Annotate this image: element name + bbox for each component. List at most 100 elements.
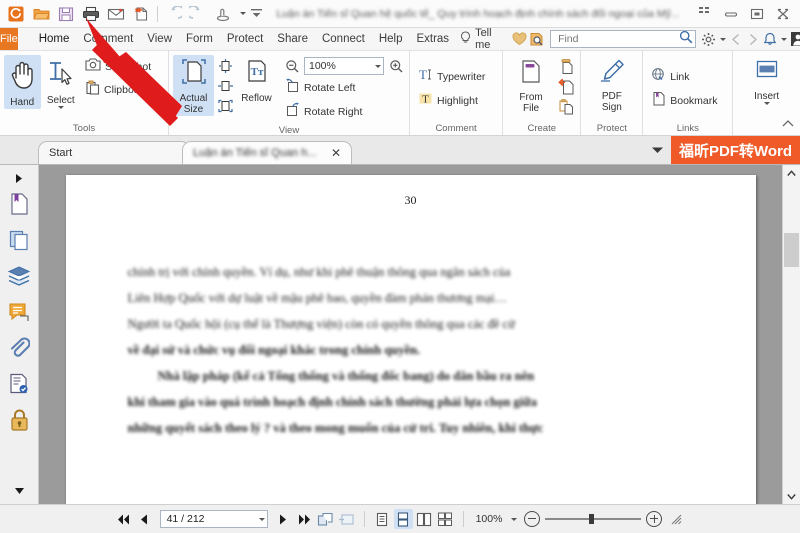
scrollbar-track[interactable] (783, 181, 800, 488)
pdf-sign-button[interactable]: PDF Sign (588, 55, 636, 114)
zoom-out-icon[interactable] (283, 57, 301, 75)
tell-me-button[interactable]: Tell me (456, 27, 510, 51)
tab-list-dropdown-icon[interactable] (645, 136, 671, 164)
rotate-view-button[interactable] (316, 509, 335, 529)
single-page-layout-button[interactable] (373, 509, 392, 529)
create-pdf-icon[interactable] (129, 3, 153, 25)
sidebar-item-bookmarks[interactable] (4, 187, 34, 221)
previous-view-icon[interactable] (728, 31, 743, 47)
search-document-icon[interactable] (529, 31, 545, 47)
page-viewer[interactable]: 30 chính trị với chính quyền. Ví dụ, như… (39, 165, 782, 504)
zoom-slider-thumb[interactable] (589, 514, 594, 524)
sidebar-collapse-icon[interactable] (4, 482, 34, 500)
menu-item-home[interactable]: Home (32, 28, 77, 50)
status-zoom-dropdown-icon[interactable] (508, 509, 519, 529)
sidebar-item-attachments[interactable] (4, 331, 34, 365)
clipboard-dropdown-icon[interactable] (153, 89, 160, 92)
scroll-down-icon[interactable] (783, 488, 800, 504)
find-input[interactable] (556, 32, 679, 46)
tab-document[interactable]: Luận án Tiến sĩ Quan h... ✕ (182, 141, 352, 164)
link-button[interactable]: Link (647, 65, 721, 89)
menu-file[interactable]: File (0, 28, 18, 50)
maximize-icon[interactable] (744, 3, 770, 25)
insert-dropdown-icon[interactable] (763, 102, 770, 105)
sidebar-item-comments[interactable] (4, 295, 34, 329)
minimize-icon[interactable] (718, 3, 744, 25)
clipboard-paste-icon[interactable] (557, 97, 575, 115)
page-number-combobox[interactable]: 41 / 212 (160, 510, 268, 528)
foxit-logo-icon[interactable] (4, 3, 28, 25)
zoom-in-icon[interactable] (387, 57, 405, 75)
menu-item-comment[interactable]: Comment (76, 28, 140, 50)
touch-mode-dropdown-icon[interactable] (236, 3, 248, 25)
insert-button[interactable]: Insert (743, 55, 791, 106)
fit-width-icon[interactable] (216, 77, 234, 95)
menu-item-extras[interactable]: Extras (409, 28, 456, 50)
vertical-scrollbar[interactable] (782, 165, 800, 504)
ribbon-options-icon[interactable] (692, 3, 718, 25)
open-file-icon[interactable] (29, 3, 53, 25)
menu-item-share[interactable]: Share (270, 28, 315, 50)
menu-item-view[interactable]: View (140, 28, 179, 50)
favorite-heart-icon[interactable] (512, 31, 527, 47)
next-view-icon[interactable] (745, 31, 760, 47)
facing-continuous-layout-button[interactable] (436, 509, 455, 529)
previous-page-button[interactable] (135, 509, 154, 529)
bookmark-button[interactable]: Bookmark (647, 89, 721, 113)
sidebar-item-layers[interactable] (4, 259, 34, 293)
menu-item-connect[interactable]: Connect (315, 28, 372, 50)
zoom-level-dropdown-icon[interactable] (374, 65, 381, 68)
notifications-dropdown-icon[interactable] (780, 31, 788, 47)
touch-mode-icon[interactable] (211, 3, 235, 25)
sidebar-item-security[interactable] (4, 403, 34, 437)
find-input-container[interactable] (550, 30, 696, 48)
scroll-up-icon[interactable] (783, 165, 800, 181)
account-avatar[interactable] (790, 31, 800, 47)
reflow-view-button[interactable] (337, 509, 356, 529)
fit-page-icon[interactable] (216, 57, 234, 75)
undo-icon[interactable] (161, 3, 185, 25)
find-search-icon[interactable] (679, 30, 693, 49)
rotate-right-button[interactable]: Rotate Right (281, 100, 405, 124)
quick-access-customize-icon[interactable] (249, 3, 263, 25)
zoom-slider[interactable] (524, 511, 662, 527)
resize-grip-icon[interactable] (667, 509, 686, 529)
settings-gear-icon[interactable] (701, 31, 716, 47)
typewriter-button[interactable]: T Typewriter (414, 65, 489, 89)
close-icon[interactable] (770, 3, 796, 25)
last-page-button[interactable] (295, 509, 314, 529)
rotate-left-button[interactable]: Rotate Left (281, 76, 405, 100)
fit-visible-icon[interactable] (216, 97, 234, 115)
tab-start[interactable]: Start (38, 141, 190, 164)
clipboard-button[interactable]: Clipboard (81, 78, 164, 102)
sidebar-expand-icon[interactable] (4, 169, 34, 187)
sidebar-item-signatures[interactable] (4, 367, 34, 401)
sidebar-item-page-thumbnails[interactable] (4, 223, 34, 257)
page-number-dropdown-icon[interactable] (258, 518, 265, 521)
zoom-in-button[interactable] (646, 511, 662, 527)
scanner-icon[interactable] (557, 57, 575, 75)
facing-layout-button[interactable] (415, 509, 434, 529)
notifications-bell-icon[interactable] (762, 31, 777, 47)
menu-item-form[interactable]: Form (179, 28, 220, 50)
next-page-button[interactable] (274, 509, 293, 529)
hand-tool-button[interactable]: Hand (4, 55, 41, 109)
pdf-to-word-promo-banner[interactable]: 福昕PDF转Word (671, 136, 800, 164)
menu-item-protect[interactable]: Protect (220, 28, 270, 50)
zoom-out-button[interactable] (524, 511, 540, 527)
menu-item-help[interactable]: Help (372, 28, 410, 50)
from-file-button[interactable]: From File (507, 55, 555, 115)
zoom-level-combobox[interactable]: 100% (304, 57, 384, 75)
first-page-button[interactable] (114, 509, 133, 529)
settings-dropdown-icon[interactable] (718, 31, 726, 47)
print-icon[interactable] (79, 3, 103, 25)
email-icon[interactable] (104, 3, 128, 25)
select-tool-dropdown-icon[interactable] (57, 106, 64, 109)
snapshot-button[interactable]: SnapShot (81, 55, 164, 78)
redo-icon[interactable] (186, 3, 210, 25)
tab-close-icon[interactable]: ✕ (325, 146, 341, 160)
select-tool-button[interactable]: Select (43, 55, 80, 110)
save-icon[interactable] (54, 3, 78, 25)
blank-page-icon[interactable] (557, 77, 575, 95)
zoom-slider-track[interactable] (545, 518, 641, 520)
